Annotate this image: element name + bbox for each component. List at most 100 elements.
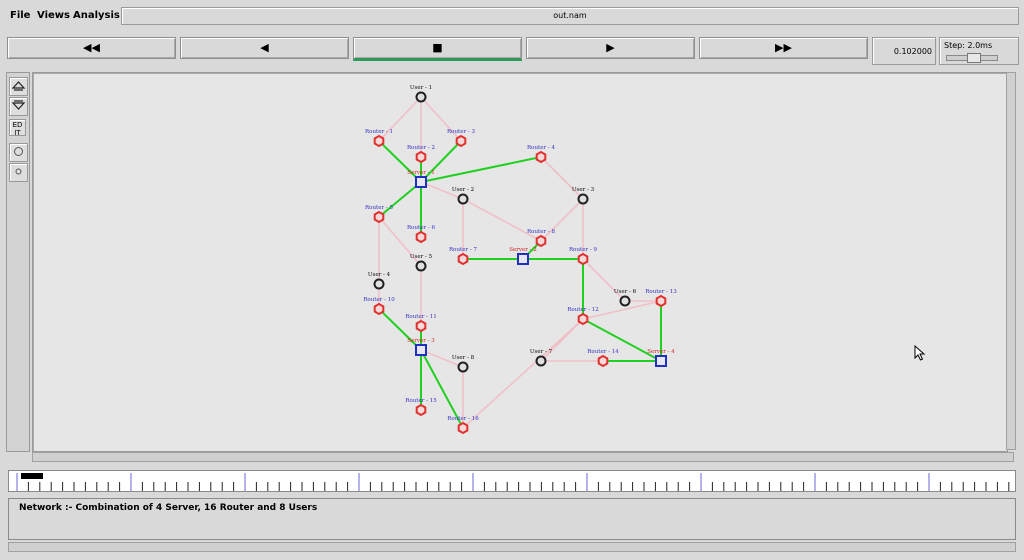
zoom-in-icon[interactable]	[9, 77, 28, 96]
node-label: Router - 13	[645, 289, 677, 295]
play-button[interactable]: ▶	[526, 37, 695, 59]
node-tool-icon[interactable]	[9, 143, 28, 162]
mouse-cursor-icon	[914, 344, 926, 364]
annotation-panel: Network :- Combination of 4 Server, 16 R…	[8, 498, 1016, 540]
node-r16[interactable]: Router - 16	[447, 416, 479, 435]
node-label: Server - 1	[407, 170, 435, 176]
node-label: Server - 2	[509, 247, 537, 253]
vertical-scrollbar[interactable]	[1006, 72, 1016, 450]
user-icon[interactable]	[415, 91, 427, 103]
node-label: User - 8	[452, 355, 475, 361]
node-r8[interactable]: Router - 8	[527, 229, 555, 248]
node-r2[interactable]: Router - 2	[407, 145, 435, 164]
menu-analysis[interactable]: Analysis	[73, 10, 120, 21]
node-label: Router - 5	[365, 205, 393, 211]
server-icon[interactable]	[517, 253, 529, 265]
menu-bar: File Views Analysis out.nam	[0, 0, 1024, 32]
router-icon[interactable]	[415, 150, 427, 164]
router-icon[interactable]	[415, 319, 427, 333]
node-label: Router - 6	[407, 225, 435, 231]
server-icon[interactable]	[415, 344, 427, 356]
window-title: out.nam	[121, 7, 1019, 25]
node-user3[interactable]: User - 3	[572, 187, 595, 205]
node-r1[interactable]: Router - 1	[365, 129, 393, 148]
node-label: User - 6	[614, 289, 637, 295]
node-r10[interactable]: Router - 10	[363, 297, 395, 316]
node-user4[interactable]: User - 4	[368, 272, 391, 290]
node-label: User - 7	[530, 349, 553, 355]
node-label: Router - 2	[407, 145, 435, 151]
node-r12[interactable]: Router - 12	[567, 307, 599, 326]
network-topology: User - 1 Router - 1 Router - 2 Router - 3 Ro…	[363, 85, 677, 435]
node-label: Router - 3	[447, 129, 475, 135]
user-icon[interactable]	[415, 260, 427, 272]
node-s2[interactable]: Server - 2	[509, 247, 537, 265]
network-canvas[interactable]: User - 1 Router - 1 Router - 2 Router - 3 Ro…	[32, 72, 1008, 452]
node-user6[interactable]: User - 6	[614, 289, 637, 307]
node-r7[interactable]: Router - 7	[449, 247, 477, 266]
rewind-button[interactable]: ◀	[180, 37, 349, 59]
edit-button[interactable]: ED IT	[9, 119, 26, 137]
editor-toolbar: ED IT	[6, 72, 30, 452]
step-control: Step: 2.0ms	[939, 37, 1019, 65]
user-icon[interactable]	[457, 193, 469, 205]
user-icon[interactable]	[535, 355, 547, 367]
annotation-scrollbar[interactable]	[8, 542, 1016, 552]
router-icon[interactable]	[373, 302, 385, 316]
node-r3[interactable]: Router - 3	[447, 129, 475, 148]
node-r6[interactable]: Router - 6	[407, 225, 435, 244]
node-r5[interactable]: Router - 5	[365, 205, 393, 224]
router-icon[interactable]	[373, 210, 385, 224]
horizontal-scrollbar[interactable]	[32, 452, 1014, 462]
user-icon[interactable]	[619, 295, 631, 307]
router-icon[interactable]	[535, 150, 547, 164]
router-icon[interactable]	[455, 134, 467, 148]
stop-button[interactable]: ■	[353, 37, 522, 61]
node-label: User - 2	[452, 187, 474, 193]
router-icon[interactable]	[535, 234, 547, 248]
forward-fast-button[interactable]: ▶▶	[699, 37, 868, 59]
router-icon[interactable]	[655, 294, 667, 308]
node-r14[interactable]: Router - 14	[587, 349, 619, 368]
menu-file[interactable]: File	[10, 10, 30, 21]
user-icon[interactable]	[373, 278, 385, 290]
status-text: Network :- Combination of 4 Server, 16 R…	[19, 503, 318, 513]
small-node-tool-icon[interactable]	[9, 163, 28, 182]
zoom-out-icon[interactable]	[9, 97, 28, 116]
router-icon[interactable]	[415, 230, 427, 244]
time-slider-thumb[interactable]	[21, 473, 43, 479]
router-icon[interactable]	[373, 134, 385, 148]
server-icon[interactable]	[655, 355, 667, 367]
router-icon[interactable]	[457, 252, 469, 266]
node-s4[interactable]: Server - 4	[647, 349, 675, 367]
user-icon[interactable]	[577, 193, 589, 205]
time-slider[interactable]	[8, 470, 1016, 492]
router-icon[interactable]	[577, 252, 589, 266]
rewind-fast-button[interactable]: ◀◀	[7, 37, 176, 59]
node-r9[interactable]: Router - 9	[569, 247, 597, 266]
node-s1[interactable]: Server - 1	[407, 170, 435, 188]
node-r15[interactable]: Router - 15	[405, 398, 437, 417]
router-icon[interactable]	[457, 421, 469, 435]
server-icon[interactable]	[415, 176, 427, 188]
node-s3[interactable]: Server - 3	[407, 338, 435, 356]
router-icon[interactable]	[415, 403, 427, 417]
node-r11[interactable]: Router - 11	[405, 314, 437, 333]
node-label: Router - 14	[587, 349, 619, 355]
node-label: Router - 8	[527, 229, 555, 235]
node-label: Server - 3	[407, 338, 435, 344]
node-label: User - 5	[410, 254, 433, 260]
router-icon[interactable]	[577, 312, 589, 326]
menu-views[interactable]: Views	[37, 10, 70, 21]
time-display: 0.102000	[872, 37, 936, 65]
node-user7[interactable]: User - 7	[530, 349, 553, 367]
router-icon[interactable]	[597, 354, 609, 368]
node-label: Router - 10	[363, 297, 395, 303]
node-user5[interactable]: User - 5	[410, 254, 433, 272]
step-slider[interactable]	[946, 53, 998, 63]
user-icon[interactable]	[457, 361, 469, 373]
node-user1[interactable]: User - 1	[410, 85, 432, 103]
node-label: Router - 11	[405, 314, 436, 320]
playback-controls: ◀◀ ◀ ■ ▶ ▶▶ 0.102000 Step: 2.0ms	[0, 33, 1024, 69]
step-slider-thumb[interactable]	[967, 53, 981, 63]
